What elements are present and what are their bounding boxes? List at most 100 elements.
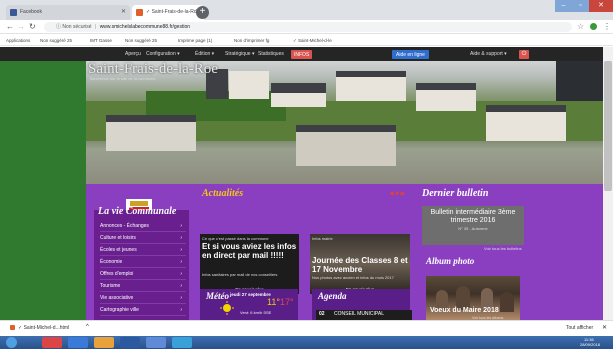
admin-item-edition[interactable]: Édition ▾ [195, 51, 214, 57]
chevron-right-icon: › [180, 271, 182, 277]
bookmark-item[interactable]: Non suggéré 25 [125, 38, 157, 43]
facebook-favicon-icon [10, 9, 17, 16]
agenda-title: CONSEIL MUNICIPAL [334, 311, 385, 317]
close-window-icon[interactable]: ✕ [589, 0, 613, 12]
news-summary: Nos photos avec ancien et infos du mois … [312, 275, 394, 280]
admin-item-apercu[interactable]: Aperçu [125, 51, 141, 57]
header-banner-photo: Saint-Frais-de-la-Roe Bienvenue sur le s… [86, 61, 613, 184]
support-menu[interactable]: Aide & support ▾ [470, 51, 507, 57]
bookmark-item[interactable]: IMT Gasse [90, 38, 112, 43]
sidebar-item-ecoles[interactable]: Écoles et jeunes › [100, 247, 186, 256]
close-downloads-icon[interactable]: ✕ [602, 324, 607, 331]
admin-item-configuration[interactable]: Configuration ▾ [146, 51, 180, 57]
maximize-icon[interactable]: ▫ [572, 0, 589, 12]
browser-tab-bar: Facebook ✕ ✓ Saint-Frais-de-la-Roe ✕ + ‒… [0, 0, 613, 20]
actualites-heading: Actualités [202, 188, 244, 199]
browser-tab-active[interactable]: ✓ Saint-Frais-de-la-Roe ✕ [132, 5, 204, 20]
agenda-heading: Agenda [318, 291, 347, 301]
meteo-date: jeudi 27 septembre [230, 292, 271, 297]
clock-date: 28/09/2018 [580, 342, 601, 347]
all-bulletins-link[interactable]: Voir tous les bulletins [484, 246, 522, 251]
scrollbar-thumb[interactable] [604, 61, 612, 191]
help-online-button[interactable]: Aide en ligne [392, 50, 429, 59]
news-card[interactable]: Infos mairie Journée des Classes 8 et 17… [310, 234, 410, 294]
site-subtitle: Bienvenue sur le site de la commune [90, 76, 156, 81]
tab-title: ✓ Saint-Frais-de-la-Roe [146, 9, 200, 15]
infos-button[interactable]: INFOS [291, 50, 313, 59]
close-tab-icon[interactable]: ✕ [121, 8, 126, 15]
download-item[interactable]: ✓ Saint-Michel-d...html [18, 325, 69, 331]
chevron-right-icon: › [180, 283, 182, 289]
tab-title: Facebook [20, 9, 42, 15]
news-kicker: Infos mairie [312, 236, 333, 241]
show-all-downloads-link[interactable]: Tout afficher [566, 325, 593, 331]
admin-item-statistiques[interactable]: Statistiques [258, 51, 284, 57]
sidebar-item-annonces[interactable]: Annonces - Échanges › [100, 223, 186, 232]
chevron-right-icon: › [180, 295, 182, 301]
security-label: Non sécurisé [62, 24, 92, 30]
news-card[interactable]: Ce que c'est passé dans la commune Et si… [200, 234, 299, 294]
address-bar[interactable]: ⓘ Non sécurisé | www.smichelslabecommune… [44, 22, 572, 32]
web-page: Aperçu Configuration ▾ Édition ▾ Stratég… [0, 47, 613, 320]
bulletin-subtitle: N° 35 - Automne [458, 226, 488, 231]
power-icon[interactable]: ⏻ [519, 50, 529, 59]
new-tab-button[interactable]: + [196, 6, 209, 19]
start-button[interactable] [6, 337, 17, 348]
info-icon[interactable]: ⓘ [56, 24, 61, 30]
bookmark-item[interactable]: Imprime page (1) [178, 38, 212, 43]
downloads-bar: ✓ Saint-Michel-d...html ^ Tout afficher … [0, 320, 613, 336]
window-controls: ‒ ▫ ✕ [555, 0, 613, 14]
agenda-day: 02 [319, 311, 325, 317]
browser-toolbar: ← → ↻ ⓘ Non sécurisé | www.smichelslabec… [0, 20, 613, 34]
agenda-item[interactable]: 02 CONSEIL MUNICIPAL [316, 310, 412, 320]
carousel-arrows[interactable]: ◀ ■ ▶ [389, 190, 405, 197]
news-kicker: Ce que c'est passé dans la commune [202, 236, 269, 241]
bookmark-item[interactable]: Applications [6, 38, 30, 43]
sidebar-item-tourisme[interactable]: Tourisme › [100, 283, 186, 292]
chevron-right-icon: › [180, 247, 182, 253]
admin-item-strategique[interactable]: Stratégique ▾ [225, 51, 254, 57]
bookmark-item[interactable]: Non d'imprimer fg [234, 38, 269, 43]
forward-icon[interactable]: → [17, 22, 25, 31]
sidebar-item-cartographie[interactable]: Cartographie ville › [100, 307, 186, 316]
page-scrollbar[interactable] [603, 47, 613, 320]
taskbar-app-icon[interactable] [68, 337, 88, 348]
temp-max: 17° [280, 297, 294, 307]
sidebar-item-economie[interactable]: Économie › [100, 259, 186, 268]
reload-icon[interactable]: ↻ [29, 22, 36, 31]
chevron-right-icon: › [180, 235, 182, 241]
taskbar-app-icon[interactable] [146, 337, 166, 348]
chevron-up-icon[interactable]: ^ [86, 324, 89, 330]
sidebar-item-vie-associative[interactable]: Vie associative › [100, 295, 186, 304]
bookmark-item[interactable]: Non suggéré 25 [40, 38, 72, 43]
taskbar-app-icon[interactable] [42, 337, 62, 348]
vie-communale-sidebar: La vie Communale Annonces - Échanges › Cu… [94, 206, 189, 320]
news-summary: Infos sanitaires par mail de nos conseil… [202, 272, 278, 277]
browser-tab-facebook[interactable]: Facebook ✕ [6, 5, 130, 20]
windows-taskbar: 11:36 28/09/2018 [0, 336, 613, 349]
chevron-right-icon: › [180, 259, 182, 265]
bulletin-title: Bulletin intermédiaire 3ème trimestre 20… [430, 209, 516, 224]
site-favicon-icon [136, 9, 143, 16]
back-icon[interactable]: ← [6, 22, 14, 31]
meteo-detail: jeudi 27 septembre 11° 17° Vent: 6 km/h … [200, 289, 298, 320]
bulletin-card[interactable]: Bulletin intermédiaire 3ème trimestre 20… [422, 206, 524, 245]
taskbar-app-icon[interactable] [120, 337, 140, 348]
chevron-right-icon: › [180, 307, 182, 313]
vie-communale-heading: La vie Communale [98, 206, 177, 217]
album-heading: Album photo [426, 256, 475, 266]
bookmark-item[interactable]: ✓ Saint-Michel-d-le [293, 38, 332, 44]
taskbar-app-icon[interactable] [94, 337, 114, 348]
minimize-icon[interactable]: ‒ [555, 0, 572, 12]
bookmarks-bar: Applications Non suggéré 25 IMT Gasse No… [0, 35, 613, 46]
download-file-icon [10, 325, 15, 330]
menu-icon[interactable]: ⋮ [603, 22, 611, 31]
page-background [0, 61, 86, 320]
extension-icon[interactable] [590, 23, 597, 30]
sidebar-item-culture[interactable]: Culture et loisirs › [100, 235, 186, 244]
sidebar-item-emploi[interactable]: Offres d'emploi › [100, 271, 186, 280]
taskbar-app-icon[interactable] [172, 337, 192, 348]
chevron-right-icon: › [180, 223, 182, 229]
bulletin-heading: Dernier bulletin [422, 188, 489, 199]
bookmark-star-icon[interactable]: ☆ [577, 22, 584, 31]
